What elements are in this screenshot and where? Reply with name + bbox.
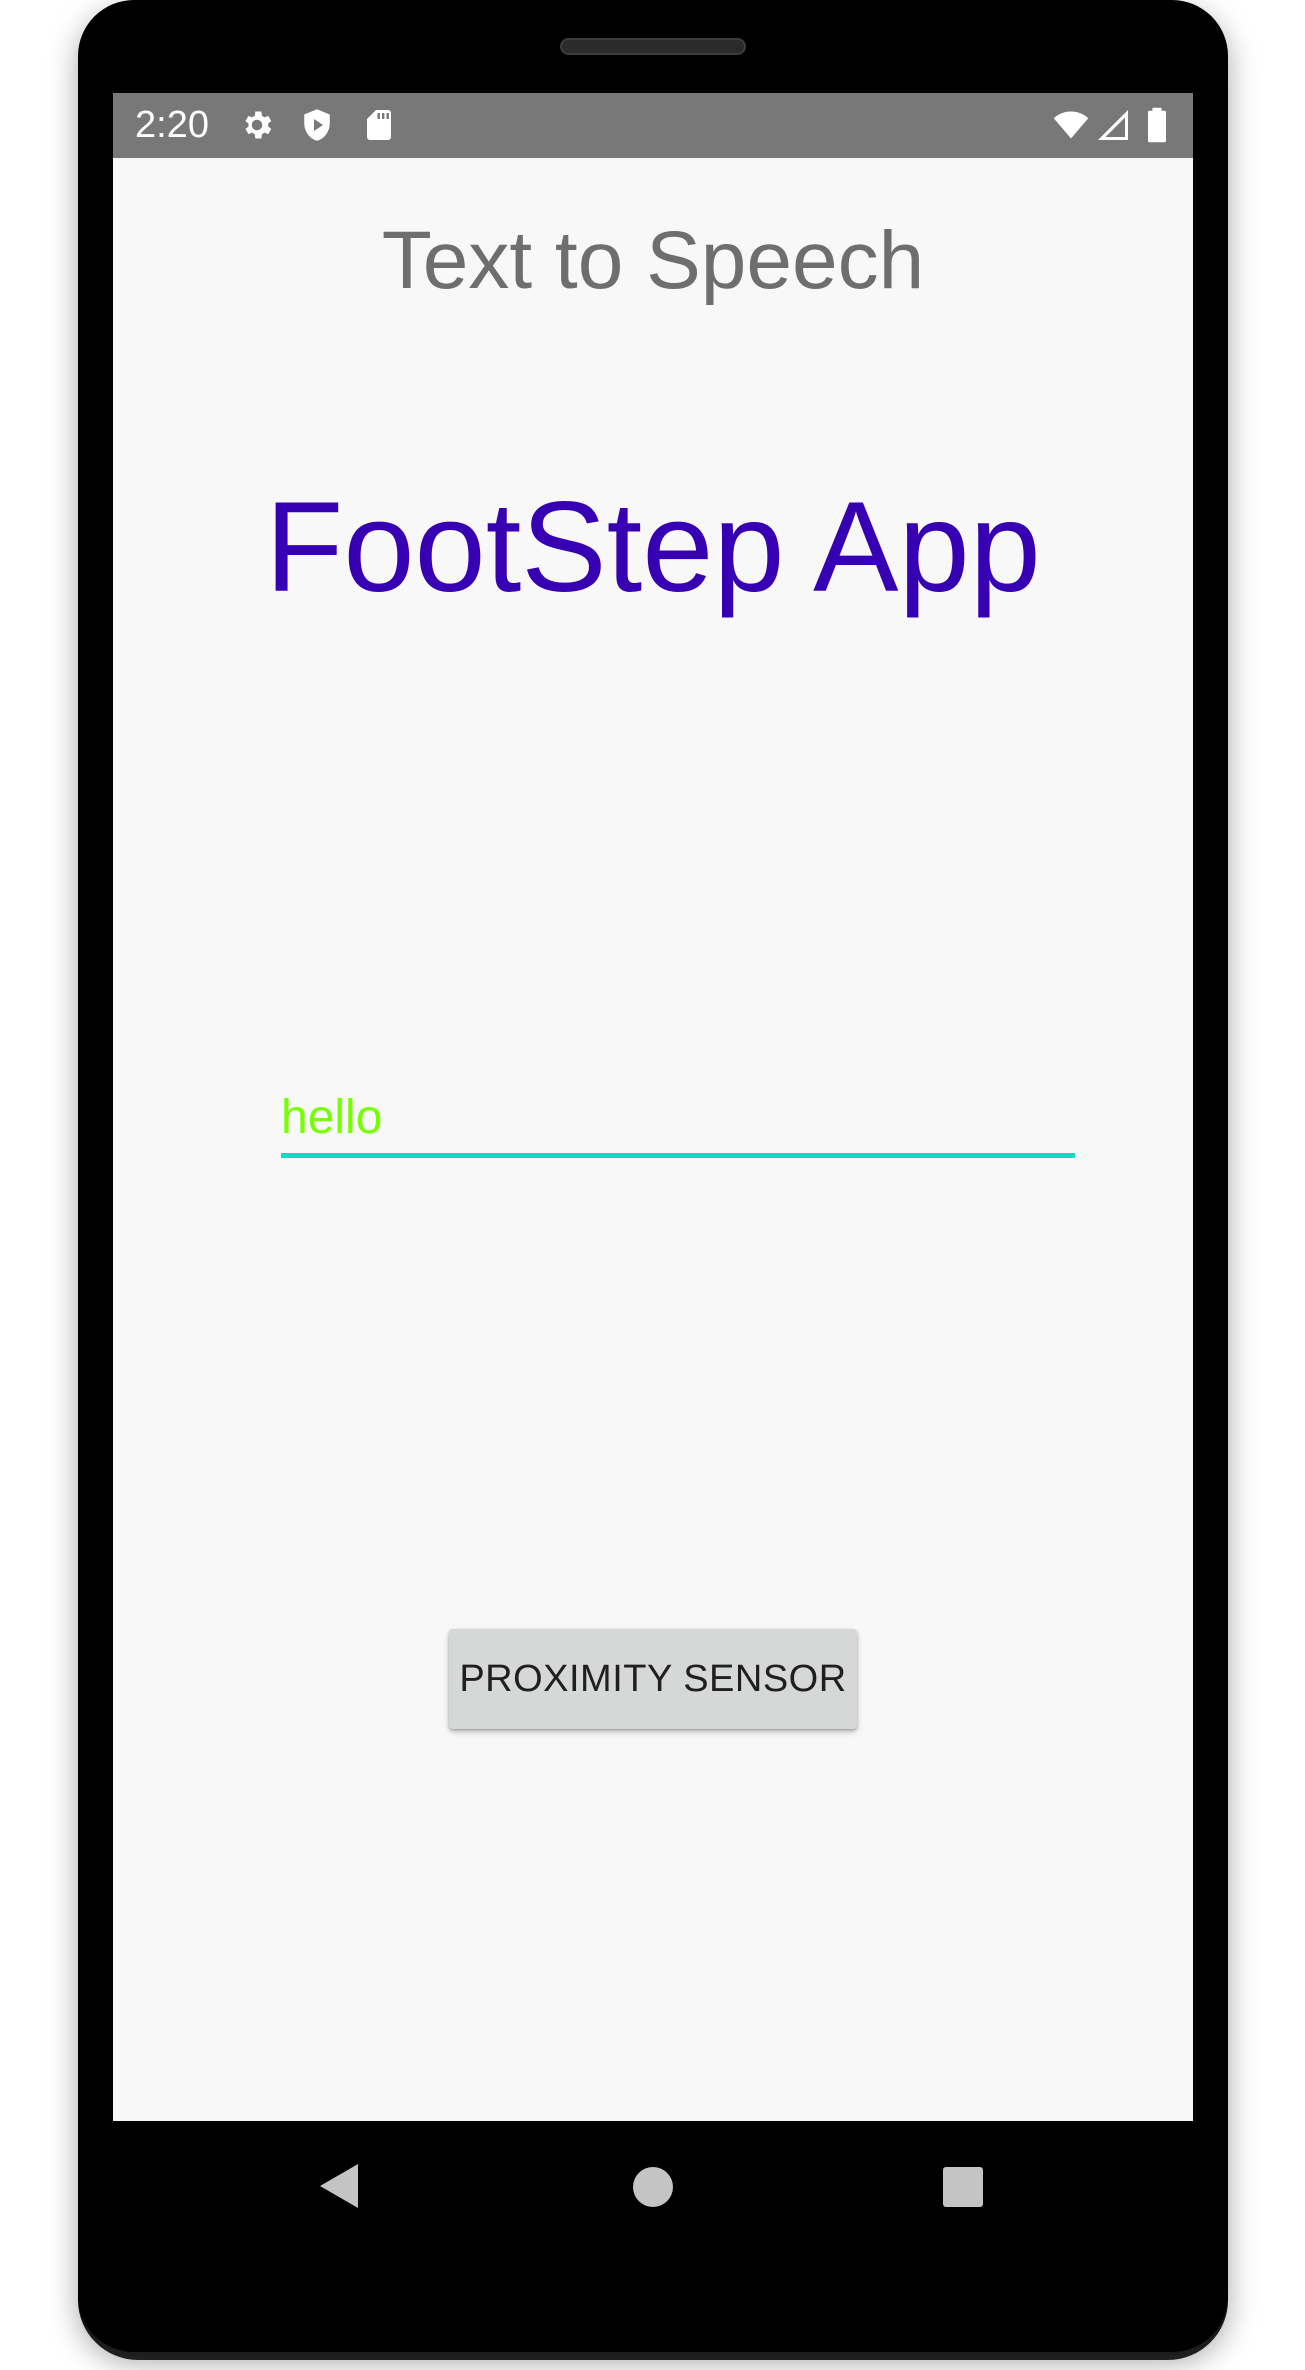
battery-icon bbox=[1148, 107, 1166, 143]
app-heading: FootStep App bbox=[265, 476, 1041, 619]
app-title: Text to Speech bbox=[381, 215, 925, 306]
settings-icon bbox=[245, 111, 272, 139]
proximity-sensor-button[interactable]: PROXIMITY SENSOR bbox=[449, 1629, 857, 1729]
device-frame-stage: 2:20 Text to Speech FootStep App hello P… bbox=[0, 0, 1305, 2370]
earpiece-speaker bbox=[560, 38, 746, 55]
recents-icon[interactable] bbox=[942, 2166, 984, 2208]
play-protect-icon bbox=[304, 109, 330, 141]
back-icon[interactable] bbox=[318, 2162, 360, 2210]
speech-text-input[interactable] bbox=[281, 1081, 1075, 1158]
status-time: 2:20 bbox=[135, 104, 209, 146]
wifi-icon bbox=[1053, 111, 1089, 139]
device-screen: 2:20 Text to Speech FootStep App hello P… bbox=[113, 93, 1193, 2121]
status-bar: 2:20 bbox=[113, 93, 1193, 158]
home-icon[interactable] bbox=[632, 2166, 674, 2208]
speech-text-field[interactable] bbox=[281, 1081, 1075, 1161]
cell-signal-icon bbox=[1098, 110, 1128, 140]
sd-card-icon bbox=[367, 110, 391, 140]
